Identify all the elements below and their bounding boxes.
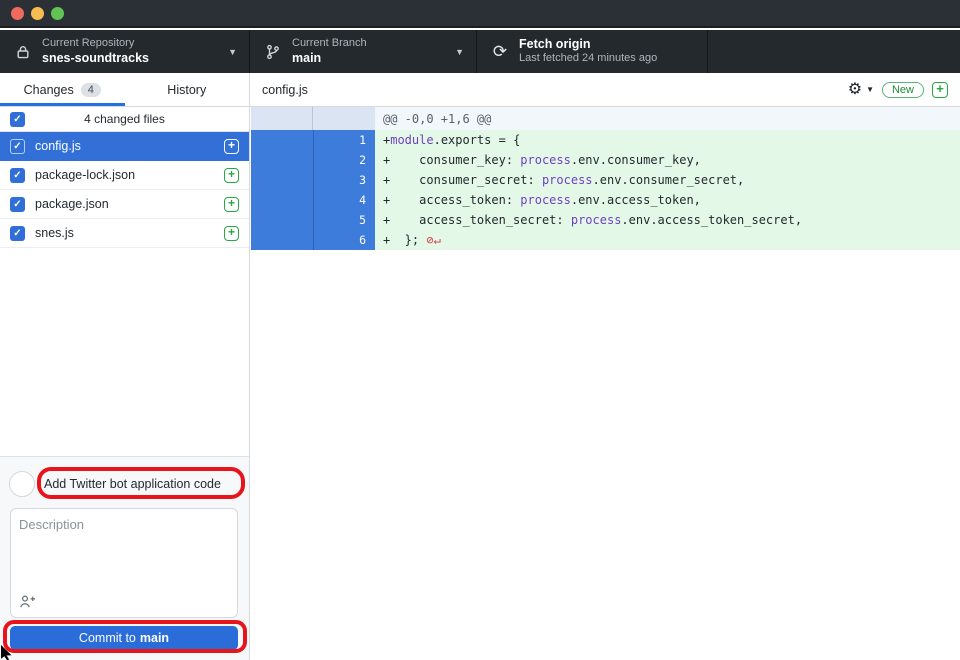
file-status-added-icon: + <box>932 82 948 98</box>
diff-line[interactable]: 3+ consumer_secret: process.env.consumer… <box>251 170 960 190</box>
changed-files-list: ✓ config.js + ✓ package-lock.json + ✓ package.j… <box>0 132 249 248</box>
toolbar: Current Repository snes-soundtracks ▼ Cu… <box>0 30 960 73</box>
commit-summary-input[interactable] <box>44 472 238 496</box>
file-status-added-icon: + <box>224 168 239 183</box>
diff-line[interactable]: 4+ access_token: process.env.access_toke… <box>251 190 960 210</box>
file-row[interactable]: ✓ package-lock.json + <box>0 161 249 190</box>
diff-line[interactable]: 2+ consumer_key: process.env.consumer_ke… <box>251 150 960 170</box>
diff-code-text: + consumer_secret: process.env.consumer_… <box>375 170 960 190</box>
file-status-added-icon: + <box>224 139 239 154</box>
diff-line[interactable]: 5+ access_token_secret: process.env.acce… <box>251 210 960 230</box>
add-coauthor-icon[interactable] <box>19 594 39 610</box>
tab-changes-label: Changes <box>24 83 74 97</box>
header-row: Changes 4 History config.js ⚙ ▼ New + <box>0 73 960 107</box>
select-all-checkbox[interactable]: ✓ <box>10 112 25 127</box>
file-row[interactable]: ✓ config.js + <box>0 132 249 161</box>
new-feature-badge: New <box>882 82 924 98</box>
file-checkbox[interactable]: ✓ <box>10 139 25 154</box>
diff-gutter-old[interactable] <box>251 190 313 210</box>
commit-description-box <box>10 508 238 618</box>
current-repository-value: snes-soundtracks <box>42 51 149 67</box>
file-name: snes.js <box>35 226 74 240</box>
diff-options-button[interactable]: ⚙ ▼ <box>848 82 874 98</box>
diff-gutter-old[interactable] <box>251 150 313 170</box>
changed-files-header: ✓ 4 changed files <box>0 107 249 132</box>
tab-history-label: History <box>167 83 206 97</box>
diff-gutter-new[interactable]: 3 <box>313 170 375 190</box>
changes-sidebar: ✓ 4 changed files ✓ config.js + ✓ package-lo… <box>0 107 250 660</box>
commit-button-prefix: Commit to <box>79 631 136 645</box>
chevron-down-icon: ▼ <box>866 85 874 94</box>
diff-gutter-new[interactable]: 2 <box>313 150 375 170</box>
current-repository-label: Current Repository <box>42 37 149 51</box>
diff-code-text: + }; ⊘↵ <box>375 230 960 250</box>
commit-button-branch: main <box>140 631 169 645</box>
changed-files-count-label: 4 changed files <box>0 112 249 126</box>
commit-box: Commit to main <box>0 456 249 660</box>
avatar <box>9 471 35 497</box>
diff-gutter-old[interactable] <box>251 170 313 190</box>
diff-file-name: config.js <box>262 83 308 97</box>
git-branch-icon <box>264 44 282 60</box>
zoom-window-button[interactable] <box>51 7 64 20</box>
hunk-header-text: @@ -0,0 +1,6 @@ <box>375 107 960 130</box>
lock-icon <box>14 44 32 60</box>
current-branch-button[interactable]: Current Branch main ▼ <box>250 30 477 73</box>
current-repository-button[interactable]: Current Repository snes-soundtracks ▼ <box>0 30 250 73</box>
file-row[interactable]: ✓ snes.js + <box>0 219 249 248</box>
changes-count-badge: 4 <box>81 83 101 97</box>
diff-line[interactable]: 6+ }; ⊘↵ <box>251 230 960 250</box>
diff-gutter-old[interactable] <box>251 230 313 250</box>
mouse-cursor <box>0 645 14 660</box>
file-status-added-icon: + <box>224 226 239 241</box>
fetch-origin-button[interactable]: ⟳ Fetch origin Last fetched 24 minutes a… <box>477 30 708 73</box>
diff-code-text: +module.exports = { <box>375 130 960 150</box>
last-fetched-text: Last fetched 24 minutes ago <box>519 52 657 66</box>
file-status-added-icon: + <box>224 197 239 212</box>
diff-line[interactable]: 1+module.exports = { <box>251 130 960 150</box>
file-name: package-lock.json <box>35 168 135 182</box>
hunk-header-row: @@ -0,0 +1,6 @@ <box>251 107 960 130</box>
diff-header: config.js ⚙ ▼ New + <box>250 73 960 106</box>
commit-description-input[interactable] <box>15 513 233 591</box>
file-name: config.js <box>35 139 81 153</box>
tab-history[interactable]: History <box>125 73 250 106</box>
commit-button[interactable]: Commit to main <box>10 626 238 650</box>
minimize-window-button[interactable] <box>31 7 44 20</box>
file-name: package.json <box>35 197 109 211</box>
diff-code-text: + access_token_secret: process.env.acces… <box>375 210 960 230</box>
diff-pane: @@ -0,0 +1,6 @@ 1+module.exports = {2+ c… <box>251 107 960 660</box>
current-branch-label: Current Branch <box>292 37 367 51</box>
gear-icon: ⚙ <box>848 82 862 98</box>
diff-code-text: + consumer_key: process.env.consumer_key… <box>375 150 960 170</box>
diff-gutter-old[interactable] <box>251 130 313 150</box>
file-row[interactable]: ✓ package.json + <box>0 190 249 219</box>
file-checkbox[interactable]: ✓ <box>10 226 25 241</box>
file-checkbox[interactable]: ✓ <box>10 197 25 212</box>
diff-lines: 1+module.exports = {2+ consumer_key: pro… <box>251 130 960 250</box>
diff-code-text: + access_token: process.env.access_token… <box>375 190 960 210</box>
diff-gutter-new[interactable]: 1 <box>313 130 375 150</box>
file-checkbox[interactable]: ✓ <box>10 168 25 183</box>
tab-changes[interactable]: Changes 4 <box>0 73 125 106</box>
diff-gutter-new[interactable]: 4 <box>313 190 375 210</box>
chevron-down-icon: ▼ <box>228 47 237 57</box>
diff-gutter-new[interactable]: 6 <box>313 230 375 250</box>
fetch-origin-label: Fetch origin <box>519 37 657 53</box>
close-window-button[interactable] <box>11 7 24 20</box>
chevron-down-icon: ▼ <box>455 47 464 57</box>
current-branch-value: main <box>292 51 367 67</box>
titlebar <box>0 0 960 28</box>
diff-gutter-old[interactable] <box>251 210 313 230</box>
sidebar-tabs: Changes 4 History <box>0 73 250 106</box>
sync-icon: ⟳ <box>491 42 509 62</box>
hunk-gutter <box>251 107 375 130</box>
diff-gutter-new[interactable]: 5 <box>313 210 375 230</box>
